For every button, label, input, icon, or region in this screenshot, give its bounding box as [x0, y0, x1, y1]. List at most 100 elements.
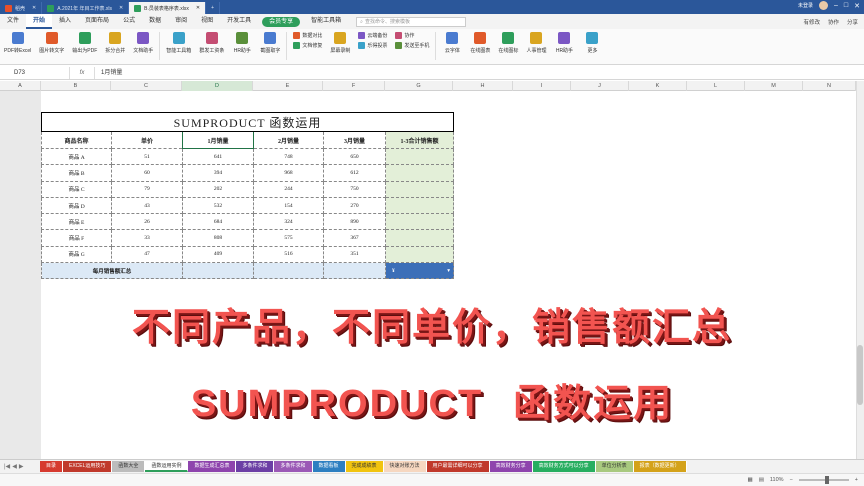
menu-item[interactable]: 插入: [52, 14, 78, 29]
toolbar-button[interactable]: 智能工具箱: [162, 32, 195, 54]
column-header[interactable]: A: [0, 81, 41, 91]
table-cell-name[interactable]: 商品 C: [41, 180, 112, 198]
avatar[interactable]: [818, 1, 828, 10]
maximize-icon[interactable]: □: [844, 2, 848, 9]
table-cell-name[interactable]: 商品 G: [41, 245, 112, 264]
table-cell-m2[interactable]: 748: [253, 147, 324, 166]
next-sheet-icon[interactable]: ▶: [19, 463, 24, 470]
dropdown-arrow-icon[interactable]: ▾: [447, 268, 450, 274]
total-cell[interactable]: [323, 262, 386, 280]
zoom-out-icon[interactable]: −: [790, 477, 793, 483]
toolbar-small-button[interactable]: 文档修复: [293, 42, 322, 49]
column-header[interactable]: G: [385, 81, 453, 91]
table-cell-m3[interactable]: 270: [323, 196, 386, 215]
column-header[interactable]: D: [182, 81, 253, 91]
table-cell-name[interactable]: 商品 F: [41, 229, 112, 247]
table-header-cell[interactable]: 商品名称: [41, 131, 112, 149]
table-header-cell[interactable]: 2月销量: [253, 131, 324, 149]
table-cell-m1[interactable]: 409: [182, 245, 254, 264]
formula-input[interactable]: 1月销量: [94, 66, 122, 79]
table-cell-m1[interactable]: 641: [182, 147, 254, 166]
menu-item[interactable]: 数据: [142, 14, 168, 29]
table-cell-sum[interactable]: [384, 229, 455, 247]
total-cell[interactable]: [182, 262, 254, 280]
member-badge[interactable]: 会员专享: [262, 16, 301, 27]
toolbar-button[interactable]: 云字体: [438, 32, 466, 54]
toolbar-small-button[interactable]: 发送至手机: [395, 42, 429, 49]
sheet-tab[interactable]: 数据生成汇总表: [188, 461, 237, 472]
page-view-icon[interactable]: ▤: [759, 477, 764, 483]
table-cell-m2[interactable]: 154: [253, 196, 324, 215]
menu-right-item[interactable]: 协作: [828, 18, 839, 26]
menu-item[interactable]: 公式: [116, 14, 142, 29]
sheet-tab[interactable]: 快速对账方法: [383, 461, 427, 472]
first-sheet-icon[interactable]: |◀: [4, 463, 10, 470]
table-cell-sum[interactable]: [384, 164, 455, 182]
table-cell-m1[interactable]: 532: [182, 196, 254, 215]
sheet-tab[interactable]: 函数运用实例: [145, 461, 189, 472]
table-cell-m3[interactable]: 367: [323, 229, 386, 247]
window-tab[interactable]: 稻壳 ✕: [0, 2, 43, 14]
sheet-tab[interactable]: 完成成绩表: [345, 461, 384, 472]
table-cell-m3[interactable]: 650: [323, 147, 386, 166]
toolbar-button[interactable]: 拆分合并: [101, 32, 129, 54]
zoom-level[interactable]: 110%: [770, 477, 784, 483]
toolbar-button[interactable]: PDF转Excel: [0, 32, 35, 54]
column-header[interactable]: H: [453, 81, 513, 91]
table-cell-sum[interactable]: [384, 245, 455, 264]
table-cell-name[interactable]: 商品 B: [41, 164, 112, 182]
table-header-cell[interactable]: 1-3合计销售额: [384, 131, 455, 149]
table-cell-name[interactable]: 商品 A: [41, 147, 112, 166]
table-cell-price[interactable]: 60: [111, 164, 183, 182]
table-cell-name[interactable]: 商品 D: [41, 196, 112, 215]
table-cell-price[interactable]: 51: [111, 147, 183, 166]
table-header-cell[interactable]: 3月销量: [323, 131, 386, 149]
toolbar-button[interactable]: 截图取字: [256, 32, 284, 54]
table-cell-m2[interactable]: 244: [253, 180, 324, 198]
column-header[interactable]: F: [323, 81, 385, 91]
table-cell-m3[interactable]: 612: [323, 164, 386, 182]
table-cell-price[interactable]: 43: [111, 196, 183, 215]
toolbar-button[interactable]: 在线图标: [494, 32, 522, 54]
table-cell-m3[interactable]: 750: [323, 180, 386, 198]
toolbar-button[interactable]: 更多: [578, 32, 606, 54]
sheet-tab[interactable]: 高效财务方式可以分享: [532, 461, 596, 472]
column-header[interactable]: N: [803, 81, 856, 91]
table-header-cell[interactable]: 单价: [111, 131, 183, 149]
prev-sheet-icon[interactable]: ◀: [12, 463, 17, 470]
menu-item[interactable]: 开始: [26, 14, 53, 29]
column-header[interactable]: M: [745, 81, 803, 91]
menu-file[interactable]: 文件: [0, 14, 26, 29]
zoom-in-icon[interactable]: +: [855, 477, 858, 483]
sheet-tab[interactable]: 目录: [40, 461, 64, 472]
close-icon[interactable]: ✕: [196, 5, 200, 11]
toolbar-small-button[interactable]: 协作: [395, 32, 429, 39]
column-header[interactable]: K: [629, 81, 687, 91]
column-header[interactable]: L: [687, 81, 745, 91]
table-title[interactable]: SUMPRODUCT 函数运用: [40, 112, 455, 132]
toolbar-button[interactable]: HR助手: [228, 32, 256, 54]
menu-item[interactable]: 开发工具: [220, 14, 258, 29]
menu-item[interactable]: 视图: [194, 14, 220, 29]
table-header-cell[interactable]: 1月销量: [182, 131, 254, 149]
table-cell-name[interactable]: 商品 E: [41, 213, 112, 231]
total-cell[interactable]: [253, 262, 324, 280]
sheet-tab[interactable]: 用户最需详细可以分享: [426, 461, 490, 472]
name-box[interactable]: D73: [0, 66, 70, 79]
table-cell-price[interactable]: 26: [111, 213, 183, 231]
table-cell-m2[interactable]: 516: [253, 245, 324, 264]
menu-item[interactable]: 审阅: [168, 14, 194, 29]
close-icon[interactable]: ✕: [32, 5, 36, 11]
table-cell-m2[interactable]: 575: [253, 229, 324, 247]
sheet-tab[interactable]: 单位分析表: [595, 461, 634, 472]
table-cell-sum[interactable]: [384, 196, 455, 215]
table-cell-m3[interactable]: 351: [323, 245, 386, 264]
table-cell-sum[interactable]: [384, 147, 455, 166]
table-cell-m1[interactable]: 394: [182, 164, 254, 182]
toolbar-button[interactable]: 图片转文字: [35, 32, 68, 54]
table-cell-m2[interactable]: 968: [253, 164, 324, 182]
table-cell-price[interactable]: 79: [111, 180, 183, 198]
toolbar-small-button[interactable]: 数据对比: [293, 32, 322, 39]
table-cell-m1[interactable]: 808: [182, 229, 254, 247]
sheet-tab[interactable]: EXCEL运用技巧: [63, 461, 113, 472]
